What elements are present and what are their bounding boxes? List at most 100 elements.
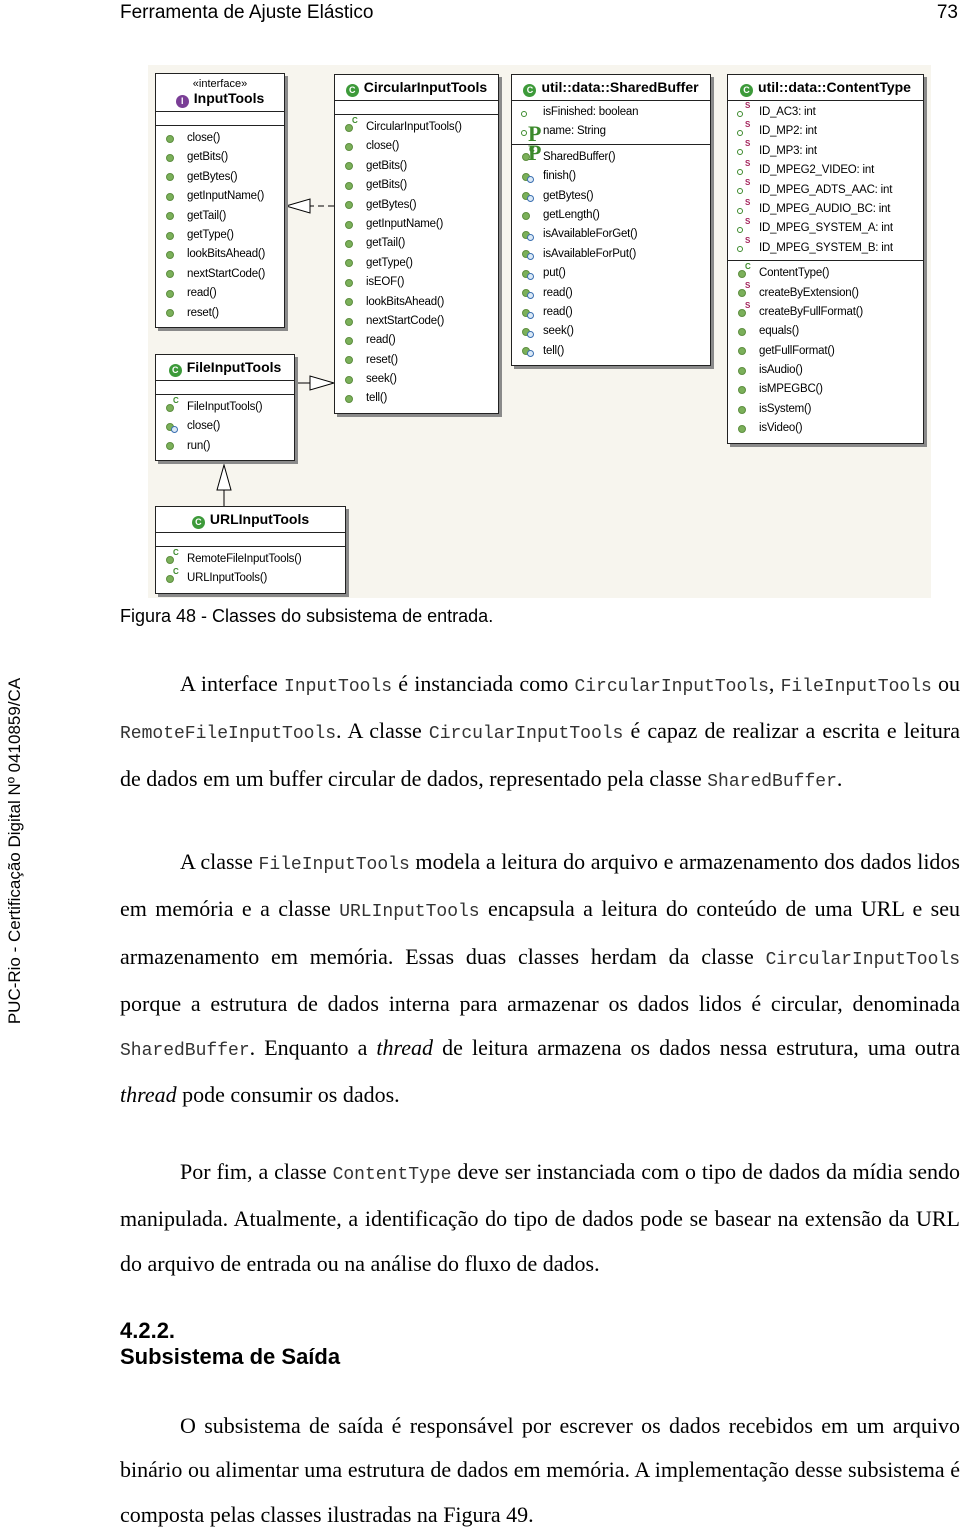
- member-label: getTail(): [187, 209, 227, 222]
- operation-row: C RemoteFileInputTools(): [156, 548, 345, 569]
- private-field-icon: P: [520, 107, 541, 146]
- member-label: RemoteFileInputTools(): [187, 553, 302, 565]
- public-method-icon: [736, 345, 751, 357]
- attribute-compartment: PisFinished: boolean Pname: String: [512, 101, 710, 165]
- static-method-icon: S: [736, 301, 751, 319]
- synchronized-method-icon: [520, 326, 535, 338]
- member-label: nextStartCode(): [366, 314, 445, 327]
- operation-compartment: C SharedBuffer() finish() getBytes() getLeng…: [512, 145, 710, 365]
- text: .: [836, 765, 843, 791]
- static-field-icon: S: [736, 159, 751, 177]
- public-method-icon: [343, 257, 358, 269]
- class-header: «interface» I InputTools: [156, 74, 284, 112]
- member-label: nextStartCode(): [187, 267, 266, 280]
- uml-class-diagram: «interface» I InputTools close() getBits()…: [148, 65, 931, 598]
- operation-row: getBytes(): [512, 187, 710, 206]
- static-field-icon: S: [736, 101, 751, 119]
- member-label: getBits(): [366, 179, 408, 192]
- operation-row: ScreateByExtension(): [728, 282, 923, 303]
- member-label: createByExtension(): [759, 286, 859, 299]
- attribute-row: S ID_MPEG_SYSTEM_B: int: [728, 237, 923, 258]
- section-heading: 4.2.2. Subsistema de Saída: [120, 1318, 340, 1370]
- attribute-row: S ID_MP3: int: [728, 140, 923, 161]
- operation-row: isAudio(): [728, 361, 923, 380]
- public-method-icon: [164, 230, 179, 242]
- member-label: getTail(): [366, 237, 406, 250]
- member-label: getBits(): [366, 159, 408, 172]
- class-input-tools: «interface» I InputTools close() getBits()…: [155, 73, 285, 328]
- public-method-icon: [736, 365, 751, 377]
- operation-row: close(): [156, 417, 294, 436]
- public-method-icon: [164, 171, 179, 183]
- operation-row: seek(): [512, 322, 710, 341]
- class-name: FileInputTools: [186, 359, 282, 375]
- section-title: Subsistema de Saída: [120, 1344, 341, 1369]
- text: Por fim, a classe: [180, 1159, 333, 1184]
- operation-row: isVideo(): [728, 419, 923, 438]
- operation-row: seek(): [335, 370, 498, 389]
- code-term: InputTools: [284, 677, 393, 697]
- public-method-icon: [164, 440, 179, 452]
- member-label: reset(): [187, 306, 219, 319]
- operation-row: equals(): [728, 322, 923, 341]
- class-icon: C: [345, 84, 359, 97]
- class-header: Cutil::data::SharedBuffer: [512, 75, 710, 101]
- operation-row: nextStartCode(): [156, 265, 284, 284]
- class-header: Cutil::data::ContentType: [728, 75, 923, 101]
- operation-row: isMPEGBC(): [728, 380, 923, 399]
- interface-icon: I: [175, 95, 189, 108]
- member-label: equals(): [759, 325, 799, 338]
- public-method-icon: [343, 180, 358, 192]
- attribute-row: S ID_MPEG2_VIDEO: int: [728, 159, 923, 180]
- figure-caption: Figura 48 - Classes do subsistema de ent…: [120, 606, 494, 626]
- operation-row: ScreateByFullFormat(): [728, 301, 923, 322]
- code-term: CircularInputTools: [574, 677, 769, 697]
- operation-row: put(): [512, 264, 710, 283]
- public-method-icon: [164, 288, 179, 300]
- operation-row: isAvailableForGet(): [512, 225, 710, 244]
- public-method-icon: [343, 393, 358, 405]
- public-method-icon: [343, 335, 358, 347]
- member-label: ID_MP2: int: [759, 125, 817, 138]
- class-file-input-tools: C FileInputTools C FileInputTools() close()…: [155, 354, 295, 462]
- synchronized-method-icon: [520, 248, 535, 261]
- operation-row: C FileInputTools(): [156, 396, 294, 417]
- member-label: reset(): [366, 353, 398, 366]
- synchronized-method-icon: [520, 345, 535, 358]
- text: . Enquanto a: [249, 1035, 377, 1061]
- member-label: close(): [187, 132, 221, 144]
- constructor-icon: C: [164, 568, 179, 585]
- synchronized-method-icon: [520, 307, 535, 319]
- class-icon: C: [191, 516, 205, 529]
- constructor-icon: C: [343, 116, 358, 134]
- member-label: ID_MPEG_ADTS_AAC: int: [759, 183, 893, 196]
- code-term: RemoteFileInputTools: [120, 724, 337, 745]
- member-label: FileInputTools(): [187, 401, 263, 413]
- operation-compartment: C FileInputTools() close() run(): [156, 395, 294, 460]
- member-label: isVideo(): [759, 422, 803, 435]
- text: . A classe: [336, 718, 429, 744]
- member-label: ID_MPEG_SYSTEM_B: int: [759, 241, 893, 254]
- synchronized-method-icon: [520, 287, 535, 300]
- italic-term: thread: [120, 1082, 177, 1108]
- public-method-icon: [343, 199, 358, 211]
- public-method-icon: [343, 160, 358, 172]
- operation-row: getType(): [335, 254, 498, 273]
- running-header: Ferramenta de Ajuste Elástico 73: [120, 2, 960, 24]
- operation-row: close(): [335, 137, 498, 156]
- code-term: FileInputTools: [258, 855, 410, 875]
- attribute-compartment: S ID_AC3: int S ID_MP2: int S ID_MP3: int S ID_…: [728, 101, 923, 262]
- paragraph-2: A classe FileInputTools modela a leitura…: [120, 840, 960, 1118]
- member-label: isEOF(): [366, 276, 405, 289]
- public-method-icon: [164, 249, 179, 261]
- operation-row: C CircularInputTools(): [335, 116, 498, 137]
- class-url-input-tools: C URLInputTools C RemoteFileInputTools() C U…: [155, 506, 346, 594]
- class-content-type: Cutil::data::ContentType S ID_AC3: int S ID…: [727, 74, 924, 444]
- class-name: CircularInputTools: [363, 79, 488, 95]
- public-method-icon: [736, 326, 751, 338]
- operation-row: getTail(): [156, 207, 284, 226]
- public-method-icon: [343, 374, 358, 386]
- public-method-icon: [736, 404, 751, 416]
- synchronized-method-icon: [520, 190, 535, 203]
- operation-row: tell(): [512, 342, 710, 361]
